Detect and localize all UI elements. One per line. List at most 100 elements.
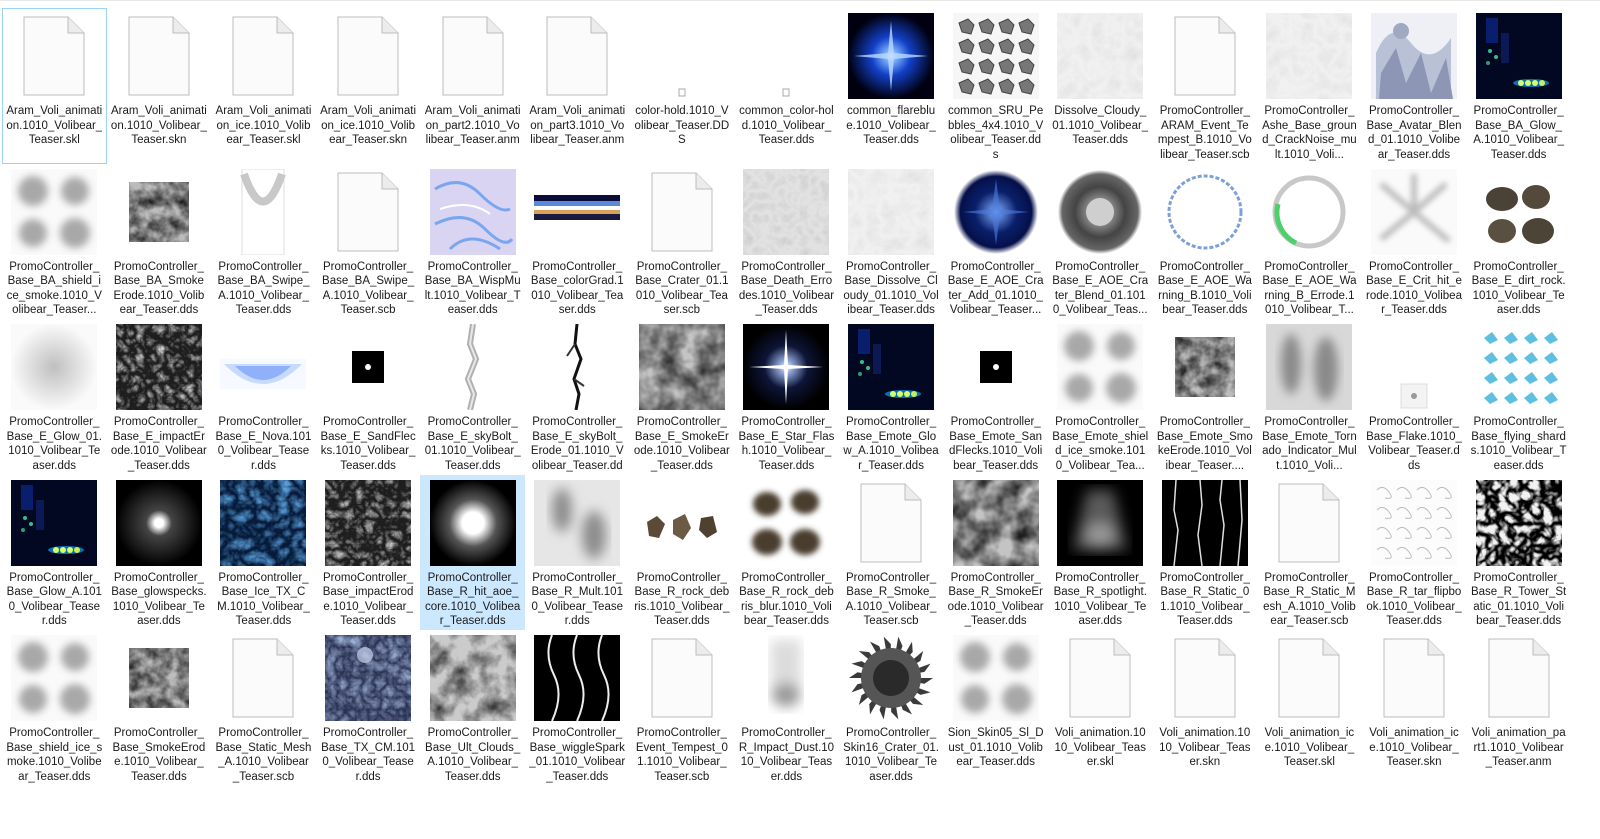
blank-file-icon [220, 13, 306, 99]
file-item[interactable]: PromoController_Base_Death_Errodes.1010_… [734, 164, 839, 320]
file-item[interactable]: PromoController_Base_R_hit_aoe_core.1010… [420, 474, 525, 630]
file-item[interactable]: PromoController_Base_SmokeErode.1010_Vol… [107, 630, 212, 786]
file-item[interactable]: Voli_animation_ice.1010_Volibear_Teaser.… [1257, 630, 1362, 786]
file-item[interactable]: PromoController_Base_R_Static_01.1010_Vo… [1153, 475, 1258, 631]
file-item[interactable]: PromoController_Base_BA_SmokeErode.1010_… [107, 164, 212, 320]
file-name: PromoController_Base_E_Crit_hit_erode.10… [1366, 260, 1462, 317]
file-item[interactable]: PromoController_Base_E_AOE_Warning_B_Err… [1257, 164, 1362, 320]
file-name: PromoController_Base_E_dirt_rock.1010_Vo… [1471, 260, 1566, 317]
thumbnail-box [1370, 479, 1458, 567]
file-item[interactable]: PromoController_Base_R_Tower_Static_01.1… [1466, 475, 1571, 631]
file-item[interactable]: PromoController_ARAM_Event_Tempest_B.101… [1153, 8, 1258, 164]
file-item[interactable]: Aram_Voli_animation.1010_Volibear_Teaser… [2, 8, 107, 164]
file-name: PromoController_Base_SmokeErode.1010_Vol… [112, 727, 206, 783]
file-name: PromoController_Base_Emote_SandFlecks.10… [948, 416, 1043, 472]
file-item[interactable]: PromoController_Base_BA_Swipe_A.1010_Vol… [211, 164, 316, 320]
file-item[interactable]: PromoController_Base_E_skyBolt_01.1010_V… [420, 319, 525, 475]
thumbnail-box [429, 323, 517, 411]
file-item[interactable]: Aram_Voli_animation_ice.1010_Volibear_Te… [211, 8, 316, 164]
file-item[interactable]: Voli_animation.1010_Volibear_Teaser.skl [1048, 630, 1153, 786]
thumbnail-box [10, 634, 98, 722]
file-item[interactable]: PromoController_Base_BA_WispMult.1010_Vo… [420, 164, 525, 320]
file-item[interactable]: PromoController_Base_Ult_Clouds_A.1010_V… [420, 630, 525, 786]
file-item[interactable]: Aram_Voli_animation_part2.1010_Volibear_… [420, 8, 525, 164]
file-item[interactable]: color-hold.1010_Volibear_Teaser.DDS [630, 8, 735, 164]
file-item[interactable]: PromoController_Base_E_Crit_hit_erode.10… [1362, 164, 1467, 320]
file-item[interactable]: PromoController_Base_BA_shield_ice_smoke… [2, 164, 107, 320]
file-item[interactable]: PromoController_Base_R_rock_debris_blur.… [734, 475, 839, 631]
thumbnail-box [638, 12, 726, 100]
file-item[interactable]: PromoController_Base_Emote_SmokeErode.10… [1153, 319, 1258, 475]
file-item[interactable]: PromoController_Skin16_Crater_01.1010_Vo… [839, 630, 944, 786]
file-item[interactable]: PromoController_Base_glowspecks.1010_Vol… [107, 475, 212, 631]
file-item[interactable]: PromoController_Base_E_Star_Flash.1010_V… [734, 319, 839, 475]
avatar-blend-thumbnail [1371, 13, 1458, 99]
file-item[interactable]: PromoController_Base_Emote_Glow_A.1010_V… [839, 319, 944, 475]
file-item[interactable]: PromoController_Base_E_AOE_Crater_Add_01… [943, 164, 1048, 320]
file-item[interactable]: PromoController_Base_Avatar_Blend_01.101… [1362, 8, 1467, 164]
file-item[interactable]: Sion_Skin05_Sl_Dust_01.1010_Volibear_Tea… [943, 630, 1048, 786]
file-item[interactable]: PromoController_Base_Ice_TX_CM.1010_Voli… [211, 475, 316, 631]
ice-texture-thumbnail [220, 479, 307, 566]
file-item[interactable]: PromoController_R_Impact_Dust.1010_Volib… [734, 630, 839, 786]
file-item[interactable]: PromoController_Base_Emote_shield_ice_sm… [1048, 319, 1153, 475]
file-item[interactable]: PromoController_Base_E_impactErode.1010_… [107, 319, 212, 475]
file-item[interactable]: common_color-hold.1010_Volibear_Teaser.d… [734, 8, 839, 164]
file-item[interactable]: PromoController_Base_R_SmokeErode.1010_V… [943, 475, 1048, 631]
file-item[interactable]: PromoController_Base_flying_shards.1010_… [1466, 319, 1571, 475]
glow-speck-thumbnail [115, 479, 202, 566]
file-name: PromoController_Base_BA_SmokeErode.1010_… [113, 260, 205, 317]
file-item[interactable]: Voli_animation.1010_Volibear_Teaser.skn [1153, 630, 1258, 786]
file-item[interactable]: Aram_Voli_animation_ice.1010_Volibear_Te… [316, 8, 421, 164]
file-item[interactable]: PromoController_Base_Emote_SandFlecks.10… [943, 319, 1048, 475]
file-item[interactable]: PromoController_Base_R_spotlight.1010_Vo… [1048, 475, 1153, 631]
file-item[interactable]: PromoController_Base_R_rock_debris.1010_… [630, 475, 735, 631]
file-item[interactable]: PromoController_Ashe_Base_ground_CrackNo… [1257, 8, 1362, 164]
file-item[interactable]: PromoController_Base_E_skyBolt_Erode_01.… [525, 319, 630, 475]
file-item[interactable]: PromoController_Base_Flake.1010_Volibear… [1362, 319, 1467, 475]
file-item[interactable]: PromoController_Base_R_Static_Mesh_A.101… [1257, 475, 1362, 631]
file-item[interactable]: PromoController_Base_R_Mult.1010_Volibea… [525, 475, 630, 631]
file-item[interactable]: PromoController_Base_colorGrad.1010_Voli… [525, 164, 630, 320]
file-item[interactable]: PromoController_Base_wiggleSpark_01.1010… [525, 630, 630, 786]
file-item[interactable]: Voli_animation_ice.1010_Volibear_Teaser.… [1362, 630, 1467, 786]
file-item[interactable]: PromoController_Base_Emote_Tornado_Indic… [1257, 319, 1362, 475]
dark-glow-thumbnail [848, 324, 935, 410]
file-item[interactable]: PromoController_Base_E_Nova.1010_Volibea… [211, 319, 316, 475]
gray-crater-thumbnail [1057, 168, 1144, 255]
file-item[interactable]: PromoController_Base_shield_ice_smoke.10… [2, 630, 107, 786]
thumbnail-box [1056, 12, 1144, 100]
file-item[interactable]: PromoController_Base_E_dirt_rock.1010_Vo… [1466, 164, 1571, 320]
file-grid: Aram_Voli_animation.1010_Volibear_Teaser… [2, 8, 1600, 786]
file-item[interactable]: PromoController_Base_impactErode.1010_Vo… [316, 475, 421, 631]
file-item[interactable]: common_SRU_Pebbles_4x4.1010_Volibear_Tea… [943, 8, 1048, 164]
file-item[interactable]: Dissolve_Cloudy_01.1010_Volibear_Teaser.… [1048, 8, 1153, 164]
file-item[interactable]: PromoController_Base_TX_CM.1010_Volibear… [316, 630, 421, 786]
thumbnail-box [1370, 323, 1458, 411]
file-item[interactable]: PromoController_Base_BA_Glow_A.1010_Voli… [1466, 8, 1571, 164]
file-item[interactable]: PromoController_Base_BA_Swipe_A.1010_Vol… [316, 164, 421, 320]
shards-thumbnail [1475, 324, 1562, 410]
wisp-thumbnail [429, 168, 516, 255]
file-item[interactable]: PromoController_Base_E_Glow_01.1010_Voli… [2, 319, 107, 475]
file-item[interactable]: PromoController_Base_R_Smoke_A.1010_Voli… [839, 475, 944, 631]
file-row: PromoController_Base_shield_ice_smoke.10… [2, 630, 1600, 786]
spotlight-thumbnail [1057, 479, 1144, 566]
file-item[interactable]: PromoController_Base_E_SandFlecks.1010_V… [316, 319, 421, 475]
thumbnail-box [533, 12, 621, 100]
light-cloud-thumbnail [1057, 13, 1144, 99]
swirl-smoke-thumbnail [638, 324, 725, 410]
file-item[interactable]: common_flareblue.1010_Volibear_Teaser.dd… [839, 8, 944, 164]
file-item[interactable]: PromoController_Base_Dissolve_Cloudy_01.… [839, 164, 944, 320]
file-item[interactable]: PromoController_Base_Glow_A.1010_Volibea… [2, 475, 107, 631]
file-item[interactable]: PromoController_Base_E_AOE_Crater_Blend_… [1048, 164, 1153, 320]
file-item[interactable]: Voli_animation_part1.1010_Volibear_Tease… [1466, 630, 1571, 786]
file-item[interactable]: Aram_Voli_animation_part3.1010_Volibear_… [525, 8, 630, 164]
file-item[interactable]: PromoController_Base_E_AOE_Warning_B.101… [1153, 164, 1258, 320]
file-item[interactable]: PromoController_Base_R_tar_flipbook.1010… [1362, 475, 1467, 631]
file-item[interactable]: PromoController_Event_Tempest_01.1010_Vo… [630, 630, 735, 786]
file-item[interactable]: PromoController_Base_Crater_01.1010_Voli… [630, 164, 735, 320]
file-item[interactable]: Aram_Voli_animation.1010_Volibear_Teaser… [107, 8, 212, 164]
file-item[interactable]: PromoController_Base_Static_Mesh_A.1010_… [211, 630, 316, 786]
file-item[interactable]: PromoController_Base_E_SmokeErode.1010_V… [630, 319, 735, 475]
